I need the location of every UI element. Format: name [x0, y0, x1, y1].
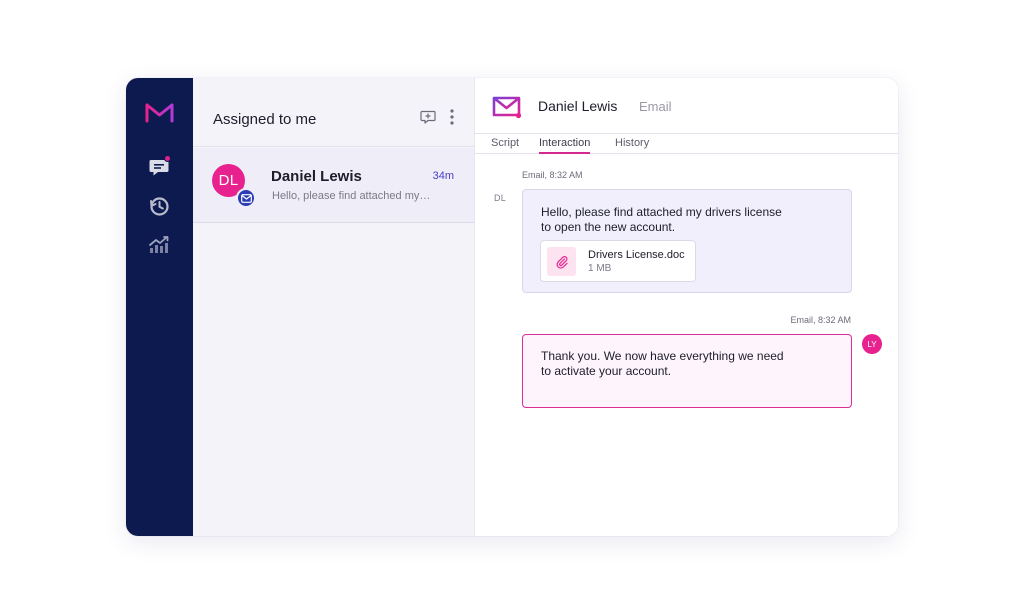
contact-name: Daniel Lewis	[538, 98, 618, 114]
tab-history[interactable]: History	[615, 137, 649, 152]
channel-label: Email	[639, 99, 672, 114]
sidebar-item-history[interactable]	[147, 194, 171, 218]
message-meta: Email, 8:32 AM	[522, 170, 583, 180]
list-title: Assigned to me	[213, 111, 317, 128]
sidebar	[126, 78, 193, 536]
conversation-list-panel: Assigned to me DL Daniel Lewis 34m Hello…	[193, 78, 475, 536]
more-options-button[interactable]	[443, 108, 461, 126]
agent-avatar: LY	[862, 334, 882, 354]
analytics-icon	[149, 236, 169, 253]
conversation-time: 34m	[432, 170, 454, 182]
attachment-size: 1 MB	[588, 263, 612, 274]
email-channel-icon	[492, 96, 522, 119]
sidebar-item-chat[interactable]	[147, 155, 171, 179]
incoming-message: Hello, please find attached my drivers l…	[522, 189, 852, 293]
paperclip-icon	[556, 255, 568, 269]
detail-header: Daniel Lewis Email	[475, 78, 898, 134]
app-window: Assigned to me DL Daniel Lewis 34m Hello…	[126, 78, 898, 536]
detail-tabs: Script Interaction History	[475, 134, 898, 154]
conversation-preview: Hello, please find attached my…	[272, 190, 431, 202]
chat-plus-icon	[420, 110, 436, 124]
list-header: Assigned to me	[193, 78, 474, 147]
message-text: Hello, please find attached my drivers l…	[541, 205, 782, 234]
new-conversation-button[interactable]	[419, 108, 437, 126]
message-meta: Email, 8:32 AM	[790, 315, 851, 325]
outgoing-message: Thank you. We now have everything we nee…	[522, 334, 852, 408]
tab-interaction[interactable]: Interaction	[539, 137, 591, 154]
attachment-name: Drivers License.doc	[588, 249, 685, 261]
message-text: Thank you. We now have everything we nee…	[541, 349, 784, 378]
sidebar-item-analytics[interactable]	[147, 232, 171, 256]
app-logo	[145, 103, 174, 123]
notification-dot	[164, 155, 171, 162]
sender-initials: DL	[494, 193, 507, 203]
attachment-card[interactable]: Drivers License.doc 1 MB	[540, 240, 696, 282]
attachment-icon-wrapper	[547, 247, 576, 276]
mail-icon	[240, 193, 252, 203]
history-icon	[150, 197, 169, 216]
conversation-item[interactable]: DL Daniel Lewis 34m Hello, please find a…	[193, 148, 474, 223]
conversation-detail: Daniel Lewis Email Script Interaction Hi…	[475, 78, 898, 536]
tab-script[interactable]: Script	[491, 137, 519, 152]
more-vertical-icon	[450, 109, 454, 125]
conversation-name: Daniel Lewis	[271, 168, 362, 185]
email-channel-badge	[236, 188, 256, 208]
